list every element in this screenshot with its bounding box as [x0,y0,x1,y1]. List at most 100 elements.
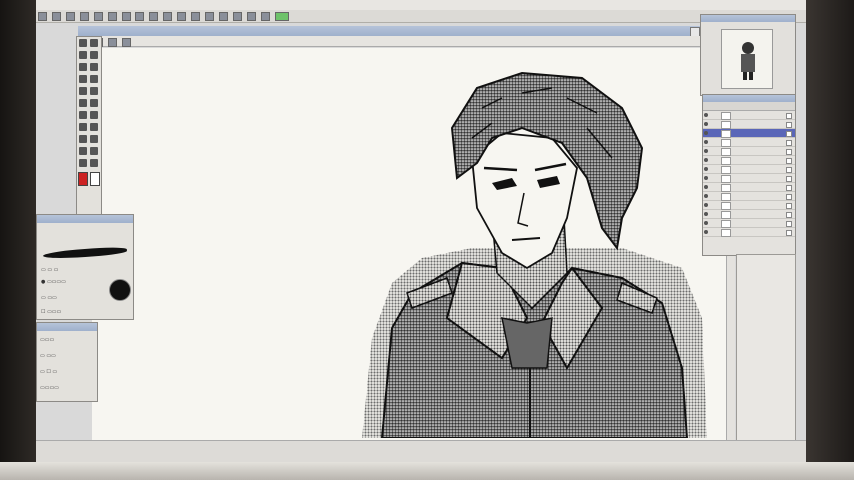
marker-tool-icon[interactable] [90,87,98,95]
layer-icon[interactable] [246,12,256,21]
wand-tool-icon[interactable] [90,51,98,59]
cut-icon[interactable] [121,12,131,21]
rect-tool-icon[interactable] [90,123,98,131]
layer-lock-checkbox[interactable] [786,194,792,200]
brush-tool-icon[interactable] [79,87,87,95]
layer-row[interactable] [703,192,795,201]
brush-tab-row[interactable]: ▭ ▭ ▭ [41,267,58,273]
layer-lock-checkbox[interactable] [786,131,792,137]
copy-icon[interactable] [135,12,145,21]
layer-row[interactable] [703,111,795,120]
move-tool-icon[interactable] [90,39,98,47]
layer-lock-checkbox[interactable] [786,185,792,191]
airbrush-tool-icon[interactable] [90,99,98,107]
layer-lock-checkbox[interactable] [786,167,792,173]
select-tool-icon[interactable] [79,39,87,47]
eye-icon[interactable] [704,167,708,171]
property-row[interactable]: ▭▭▭▭ [40,385,59,391]
lasso-tool-icon[interactable] [79,51,87,59]
layer-palette-titlebar[interactable] [703,95,795,102]
layer-lock-checkbox[interactable] [786,176,792,182]
navigator-titlebar[interactable] [701,15,795,22]
layer-row[interactable] [703,147,795,156]
undo-icon[interactable] [93,12,103,21]
redo-icon[interactable] [107,12,117,21]
open-icon[interactable] [51,12,61,21]
mirror-icon[interactable] [121,38,131,47]
layer-row[interactable] [703,183,795,192]
layer-row[interactable] [703,138,795,147]
eye-icon[interactable] [704,194,708,198]
line-tool-icon[interactable] [79,123,87,131]
layer-row[interactable] [703,156,795,165]
layer-lock-checkbox[interactable] [786,149,792,155]
eye-icon[interactable] [704,122,708,126]
new-icon[interactable] [38,12,47,21]
navigator-icon[interactable] [260,12,270,21]
zoom-tool-icon[interactable] [79,63,87,71]
zoom-in-icon[interactable] [163,12,173,21]
layer-lock-checkbox[interactable] [786,113,792,119]
document-window-titlebar[interactable] [78,26,728,37]
brush-size-row[interactable]: ● ▭▭▭▭ [41,279,66,285]
status-indicator-icon[interactable] [274,12,289,21]
gradient-tool-icon[interactable] [90,135,98,143]
print-icon[interactable] [79,12,89,21]
eye-icon[interactable] [704,158,708,162]
hand-tool-icon[interactable] [90,63,98,71]
flip-icon[interactable] [205,12,215,21]
sub-color-swatch[interactable] [90,172,100,186]
tool-option-titlebar[interactable] [37,215,133,223]
layer-lock-checkbox[interactable] [786,158,792,164]
brush-option-row[interactable]: ▭ ▭▭ [41,295,57,301]
drawing-canvas[interactable] [92,48,726,440]
layer-property-titlebar[interactable] [37,323,97,331]
frame-tool-icon[interactable] [79,159,87,167]
layer-row[interactable] [703,228,795,237]
layer-row[interactable] [703,165,795,174]
eye-icon[interactable] [704,176,708,180]
layer-lock-checkbox[interactable] [786,140,792,146]
rotate-icon[interactable] [191,12,201,21]
eye-icon[interactable] [704,230,708,234]
layer-row[interactable] [703,174,795,183]
layer-row[interactable] [703,120,795,129]
layer-row[interactable] [703,219,795,228]
main-color-swatch[interactable] [78,172,88,186]
layer-lock-checkbox[interactable] [786,203,792,209]
save-icon[interactable] [65,12,75,21]
navigator-thumbnail[interactable] [721,29,773,89]
layer-lock-checkbox[interactable] [786,122,792,128]
brush-correction-row[interactable]: ☐ ▭▭▭ [41,309,61,315]
paste-icon[interactable] [149,12,159,21]
layer-row[interactable] [703,210,795,219]
layer-palette-toolbar[interactable] [703,102,795,111]
layer-lock-checkbox[interactable] [786,230,792,236]
grid-icon[interactable] [232,12,242,21]
eye-icon[interactable] [704,212,708,216]
zoom-out-icon[interactable] [177,12,187,21]
fill-tool-icon[interactable] [79,111,87,119]
property-row[interactable]: ▭ ☐ ▭ [40,369,57,375]
pencil-tool-icon[interactable] [90,75,98,83]
layer-lock-checkbox[interactable] [786,212,792,218]
eyedropper-tool-icon[interactable] [79,135,87,143]
balloon-tool-icon[interactable] [90,159,98,167]
property-row[interactable]: ▭ ▭▭ [40,353,56,359]
eye-icon[interactable] [704,203,708,207]
layer-lock-checkbox[interactable] [786,221,792,227]
eye-icon[interactable] [704,113,708,117]
text-tool-icon[interactable] [90,111,98,119]
ruler-tool-icon[interactable] [90,147,98,155]
layer-row[interactable] [703,201,795,210]
ruler-icon[interactable] [218,12,228,21]
menu-bar[interactable] [36,0,806,10]
eraser-tool-icon[interactable] [79,99,87,107]
rotate-view-icon[interactable] [107,38,117,47]
property-row[interactable]: ▭▭▭ [40,337,54,343]
tone-tool-icon[interactable] [79,147,87,155]
eye-icon[interactable] [704,185,708,189]
eye-icon[interactable] [704,149,708,153]
layer-row[interactable] [703,129,795,138]
pen-tool-icon[interactable] [79,75,87,83]
